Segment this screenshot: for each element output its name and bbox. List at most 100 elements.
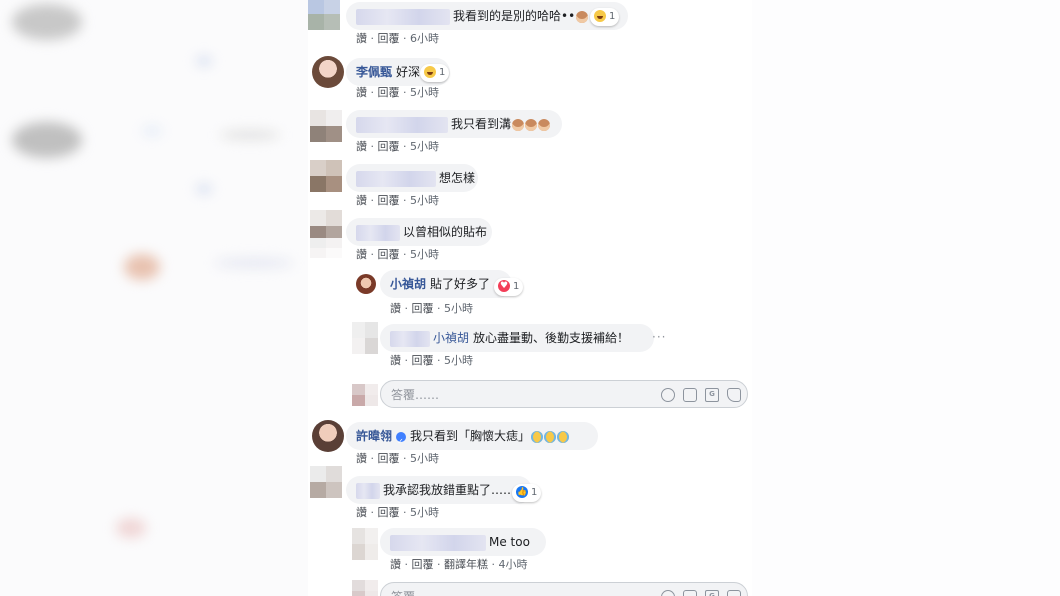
avatar (352, 528, 378, 560)
reply-input[interactable]: 答覆…… G (380, 582, 748, 596)
comment-meta: 讚 · 回覆 · 5小時 (356, 452, 439, 465)
gif-icon[interactable]: G (705, 388, 719, 402)
avatar (308, 0, 340, 30)
reply-placeholder: 答覆…… (391, 388, 440, 402)
comment-text: 以曾相似的貼布 (403, 225, 488, 239)
monkey-emoji-icon (576, 10, 589, 23)
like-link[interactable]: 讚 (390, 302, 401, 315)
monkey-emoji-icon (512, 118, 525, 131)
reaction-count[interactable]: 1 (590, 8, 620, 26)
reply-link[interactable]: 回覆 (412, 302, 434, 315)
comment-bubble: 我只看到溝 (346, 110, 562, 138)
commenter-name[interactable]: 許暐翎 (356, 429, 392, 443)
verified-badge-icon (396, 428, 407, 456)
like-link[interactable]: 讚 (356, 140, 367, 153)
sticker-icon[interactable] (727, 590, 741, 596)
comment-text: Me too (489, 535, 530, 549)
pixelated-name (390, 534, 486, 551)
commenter-name[interactable]: 李佩甄 (356, 65, 392, 79)
reaction-count[interactable]: 1 (512, 483, 542, 502)
like-link[interactable]: 讚 (356, 86, 367, 99)
pixelated-name (356, 116, 448, 133)
camera-icon[interactable] (683, 388, 697, 402)
avatar (310, 466, 342, 498)
avatar (352, 322, 378, 354)
like-link[interactable]: 讚 (356, 248, 367, 261)
pixelated-name (356, 170, 436, 187)
comment-text: 放心盡量動、後勤支援補給！ (473, 331, 630, 345)
timestamp: 5小時 (444, 354, 473, 367)
timestamp: 5小時 (410, 194, 439, 207)
camera-icon[interactable] (683, 590, 697, 596)
reply-link[interactable]: 回覆 (378, 86, 400, 99)
reply-link[interactable]: 回覆 (378, 452, 400, 465)
reply-link[interactable]: 回覆 (378, 248, 400, 261)
blurred-background-left (0, 0, 308, 596)
sticker-icon[interactable] (727, 388, 741, 402)
reply-bubble: Me too (380, 528, 546, 556)
haha-reaction-icon (424, 66, 436, 78)
reply-link[interactable]: 回覆 (412, 354, 434, 367)
timestamp: 5小時 (410, 140, 439, 153)
timestamp: 5小時 (444, 302, 473, 315)
like-link[interactable]: 讚 (390, 354, 401, 367)
like-link[interactable]: 讚 (356, 194, 367, 207)
comment-meta: 讚 · 回覆 · 5小時 (356, 86, 439, 99)
reply-meta: 讚 · 回覆 · 5小時 (390, 354, 473, 367)
love-reaction-icon (498, 277, 510, 295)
avatar (310, 110, 342, 142)
reply-placeholder: 答覆…… (391, 590, 439, 596)
comment-bubble: 我承認我放錯重點了…… (346, 476, 532, 504)
timestamp: 5小時 (410, 506, 439, 519)
reaction-count[interactable]: 1 (420, 64, 450, 82)
monkey-emoji-icon (538, 118, 551, 131)
like-reaction-icon (516, 483, 528, 501)
like-link[interactable]: 讚 (356, 506, 367, 519)
like-link[interactable]: 讚 (356, 32, 367, 45)
reply-link[interactable]: 回覆 (378, 506, 400, 519)
comment-text: 貼了好多了 (430, 277, 491, 291)
comment-meta: 讚 · 回覆 · 5小時 (356, 140, 439, 153)
comment-meta: 讚 · 回覆 · 5小時 (356, 248, 439, 261)
avatar (352, 580, 378, 596)
reply-bubble: 小禎胡 貼了好多了 (380, 270, 512, 298)
like-link[interactable]: 讚 (390, 558, 401, 571)
comment-bubble: 以曾相似的貼布 (346, 218, 492, 246)
comment-meta: 讚 · 回覆 · 5小時 (356, 506, 439, 519)
compose-tools: G (661, 583, 741, 596)
reply-link[interactable]: 回覆 (378, 140, 400, 153)
reply-link[interactable]: 回覆 (412, 558, 434, 571)
comment-text: 好深 (396, 65, 421, 79)
commenter-name[interactable]: 小禎胡 (390, 277, 426, 291)
reply-meta: 讚 · 回覆 · 5小時 (390, 302, 473, 315)
timestamp: 5小時 (410, 452, 439, 465)
comment-feed: 我看到的是別的哈哈•• 1 讚 · 回覆 · 6小時 李佩甄 好深 1 讚 · 回… (308, 0, 752, 596)
like-link[interactable]: 讚 (356, 452, 367, 465)
see-translation-link[interactable]: 翻譯年糕 (444, 558, 488, 571)
avatar (312, 56, 344, 88)
emoji-icon[interactable] (661, 590, 675, 596)
avatar (310, 160, 342, 192)
comment-text: 我只看到「胸懷大痣」 (410, 429, 531, 443)
haha-reaction-icon (594, 10, 606, 22)
avatar (312, 420, 344, 452)
comment-text: 我看到的是別的哈哈•• (453, 9, 576, 23)
pixelated-name (356, 8, 450, 25)
tears-of-joy-emoji-icon (557, 430, 570, 443)
gif-icon[interactable]: G (705, 590, 719, 596)
reaction-count[interactable]: 1 (494, 277, 524, 296)
more-options-icon[interactable]: ··· (652, 330, 666, 344)
reply-input[interactable]: 答覆…… G (380, 380, 748, 408)
reply-link[interactable]: 回覆 (378, 194, 400, 207)
pixelated-name (356, 482, 380, 499)
timestamp: 5小時 (410, 248, 439, 261)
reply-link[interactable]: 回覆 (378, 32, 400, 45)
tears-of-joy-emoji-icon (544, 430, 557, 443)
emoji-icon[interactable] (661, 388, 675, 402)
avatar (356, 274, 376, 294)
monkey-emoji-icon (525, 118, 538, 131)
commenter-name[interactable]: 小禎胡 (433, 331, 469, 345)
timestamp: 5小時 (410, 86, 439, 99)
comment-meta: 讚 · 回覆 · 5小時 (356, 194, 439, 207)
comment-text: 我承認我放錯重點了…… (383, 483, 516, 497)
